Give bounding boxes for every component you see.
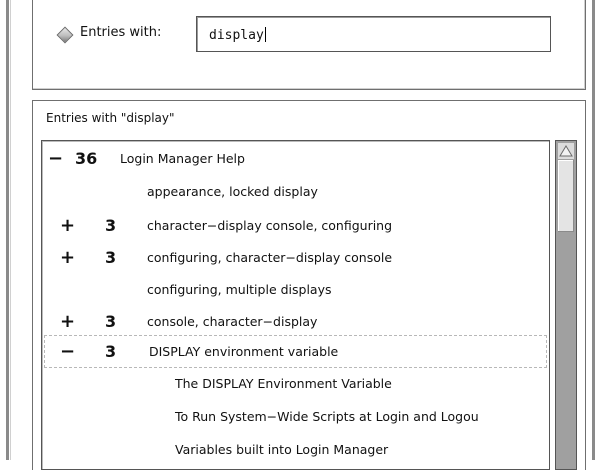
entry-title: configuring, character−display console	[147, 250, 393, 265]
search-input-value: display	[209, 28, 264, 43]
expand-sign[interactable]: +	[60, 210, 75, 242]
entry-title: To Run System−Wide Scripts at Login and …	[175, 409, 479, 424]
entry-count: 3	[105, 342, 117, 361]
list-item-selected[interactable]: − 3 DISPLAY environment variable	[45, 336, 545, 368]
entry-title: Variables built into Login Manager	[175, 442, 389, 457]
search-input[interactable]: display	[196, 16, 551, 52]
collapse-sign[interactable]: −	[60, 336, 75, 368]
scroll-thumb[interactable]	[558, 160, 574, 232]
list-item[interactable]: The DISPLAY Environment Variable	[45, 368, 545, 400]
entries-with-label: Entries with:	[80, 25, 162, 40]
list-item[interactable]: + 3 configuring, character−display conso…	[45, 242, 545, 274]
entry-title: configuring, multiple displays	[147, 282, 332, 297]
entry-count: 3	[105, 248, 117, 267]
expand-sign[interactable]: +	[60, 306, 75, 338]
entry-count: 3	[105, 216, 117, 235]
entry-count: 36	[75, 149, 98, 168]
arrow-up-icon	[559, 145, 573, 157]
window-left-highlight	[10, 0, 11, 460]
expand-sign[interactable]: +	[60, 242, 75, 274]
entry-title: Login Manager Help	[120, 151, 245, 166]
entry-title: The DISPLAY Environment Variable	[175, 376, 392, 391]
list-item[interactable]: To Run System−Wide Scripts at Login and …	[45, 401, 545, 433]
entry-title: appearance, locked display	[147, 184, 318, 199]
window-right-border	[592, 0, 595, 460]
text-caret	[264, 27, 266, 42]
results-heading: Entries with "display"	[46, 111, 175, 125]
collapse-sign[interactable]: −	[48, 143, 63, 175]
entry-title: console, character−display	[147, 314, 318, 329]
entry-count: 3	[105, 312, 117, 331]
list-item[interactable]: Variables built into Login Manager	[45, 434, 545, 466]
entry-title: character−display console, configuring	[147, 218, 393, 233]
list-item[interactable]: + 3 character−display console, configuri…	[45, 210, 545, 242]
scroll-up-button[interactable]	[558, 143, 574, 159]
list-item[interactable]: − 36 Login Manager Help	[45, 143, 545, 175]
window-left-border	[6, 0, 9, 460]
entry-title: DISPLAY environment variable	[149, 344, 339, 359]
list-item[interactable]: + 3 console, character−display	[45, 306, 545, 338]
list-item[interactable]: appearance, locked display	[45, 176, 545, 208]
list-item[interactable]: configuring, multiple displays	[45, 274, 545, 306]
